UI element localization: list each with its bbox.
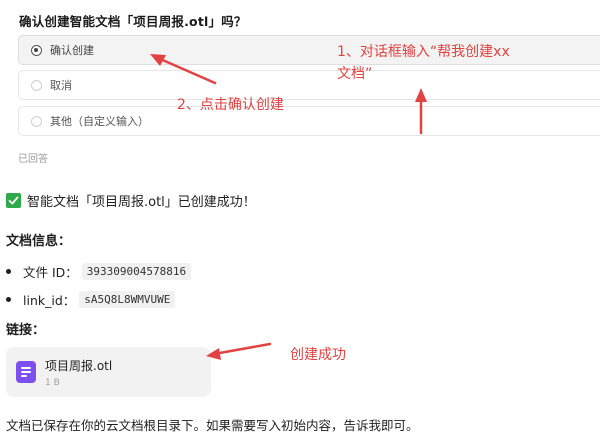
annotation-dialog-input-line1: 1、对话框输入“帮我创建xx — [337, 44, 510, 60]
annotation-click-confirm: 2、点击确认创建 — [177, 97, 284, 113]
arrow-to-doc-card — [212, 342, 272, 356]
annotation-dialog-input-line2: 文档” — [337, 66, 373, 82]
arrow-to-confirm — [156, 56, 217, 85]
annotation-created: 创建成功 — [290, 347, 346, 363]
annotation-arrows — [150, 54, 427, 360]
